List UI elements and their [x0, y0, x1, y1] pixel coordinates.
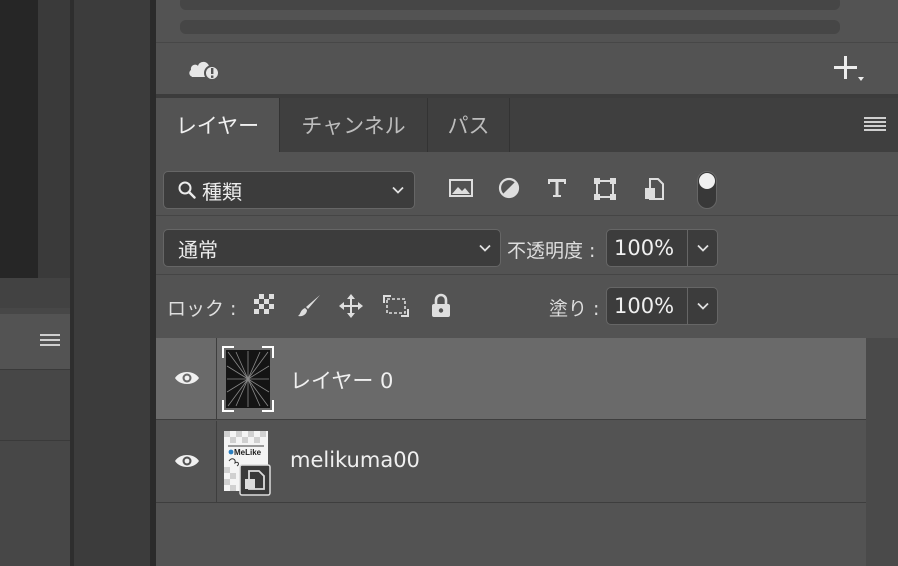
lock-all-icon[interactable]	[430, 293, 452, 319]
search-icon	[178, 181, 196, 199]
blend-mode-value: 通常	[178, 237, 218, 262]
lock-row: ロック : 塗り: 100%	[156, 276, 898, 338]
layer-thumbnail[interactable]	[222, 346, 274, 412]
blend-mode-row: 通常 不透明度 : 100%	[156, 217, 898, 275]
panel-tabs: レイヤー チャンネル パス	[156, 98, 898, 152]
fill-input[interactable]: 100%	[606, 287, 688, 325]
image-filter-icon[interactable]	[449, 177, 473, 199]
tab-paths[interactable]: パス	[428, 98, 510, 152]
upper-panel-item	[180, 0, 840, 10]
opacity-dropdown-button[interactable]	[688, 229, 718, 267]
opacity-label: 不透明度 :	[507, 240, 596, 262]
upper-panel	[156, 0, 898, 42]
visibility-eye-icon[interactable]	[174, 452, 200, 470]
shape-filter-icon[interactable]	[593, 177, 617, 201]
layer-thumbnail[interactable]: MeLike	[222, 431, 274, 497]
thumbnail-logo-text: MeLike	[234, 448, 262, 457]
tab-layers[interactable]: レイヤー	[156, 98, 280, 152]
smart-object-filter-icon[interactable]	[643, 177, 665, 201]
layers-panel: レイヤー チャンネル パス 種類 通常 不透明度: 100% ロック: 塗り…	[156, 0, 898, 566]
layer-filter-row: 種類	[156, 152, 898, 216]
lock-label: ロック :	[167, 298, 237, 320]
filter-toggle-switch[interactable]	[697, 171, 717, 209]
blend-mode-select[interactable]: 通常	[163, 229, 501, 267]
opacity-input[interactable]: 100%	[606, 229, 688, 267]
library-toolbar	[156, 42, 898, 94]
chevron-down-icon	[479, 244, 491, 252]
chevron-down-icon	[696, 244, 709, 252]
layer-row[interactable]: MeLike melikuma00	[156, 421, 866, 503]
layer-list-empty-area	[156, 504, 866, 566]
row-divider	[216, 421, 217, 503]
layer-name[interactable]: レイヤー 0	[290, 365, 393, 395]
filter-type-value: 種類	[202, 179, 242, 204]
layer-row[interactable]: レイヤー 0	[156, 338, 866, 420]
cloud-warning-icon[interactable]	[186, 57, 222, 81]
layer-list-scroll-track[interactable]	[866, 338, 898, 566]
collapsed-panel-column	[74, 0, 150, 566]
chevron-down-icon	[392, 186, 404, 194]
fill-label: 塗り :	[549, 298, 600, 320]
panel-menu-icon[interactable]	[40, 333, 60, 347]
tab-channels[interactable]: チャンネル	[280, 98, 428, 152]
panel-menu-icon[interactable]	[864, 116, 886, 132]
layer-list: レイヤー 0 MeLike melikuma00	[156, 338, 898, 566]
left-panel-row	[0, 371, 70, 441]
type-filter-icon[interactable]	[546, 177, 568, 199]
lock-image-pixels-brush-icon[interactable]	[296, 293, 322, 319]
lock-transparent-pixels-icon[interactable]	[253, 293, 275, 315]
filter-type-select[interactable]: 種類	[163, 171, 415, 209]
canvas-area-dark	[0, 0, 38, 278]
fill-dropdown-button[interactable]	[688, 287, 718, 325]
upper-panel-item	[180, 20, 840, 34]
lock-artboard-icon[interactable]	[382, 293, 410, 319]
chevron-down-icon	[696, 302, 709, 310]
visibility-eye-icon[interactable]	[174, 369, 200, 387]
lock-position-move-icon[interactable]	[338, 293, 364, 319]
adjustment-filter-icon[interactable]	[498, 177, 520, 199]
canvas-area-edge	[38, 0, 70, 278]
layer-name[interactable]: melikuma00	[290, 448, 420, 472]
left-panel-strip	[0, 278, 70, 308]
row-divider	[216, 338, 217, 420]
add-plus-icon[interactable]	[833, 54, 865, 84]
